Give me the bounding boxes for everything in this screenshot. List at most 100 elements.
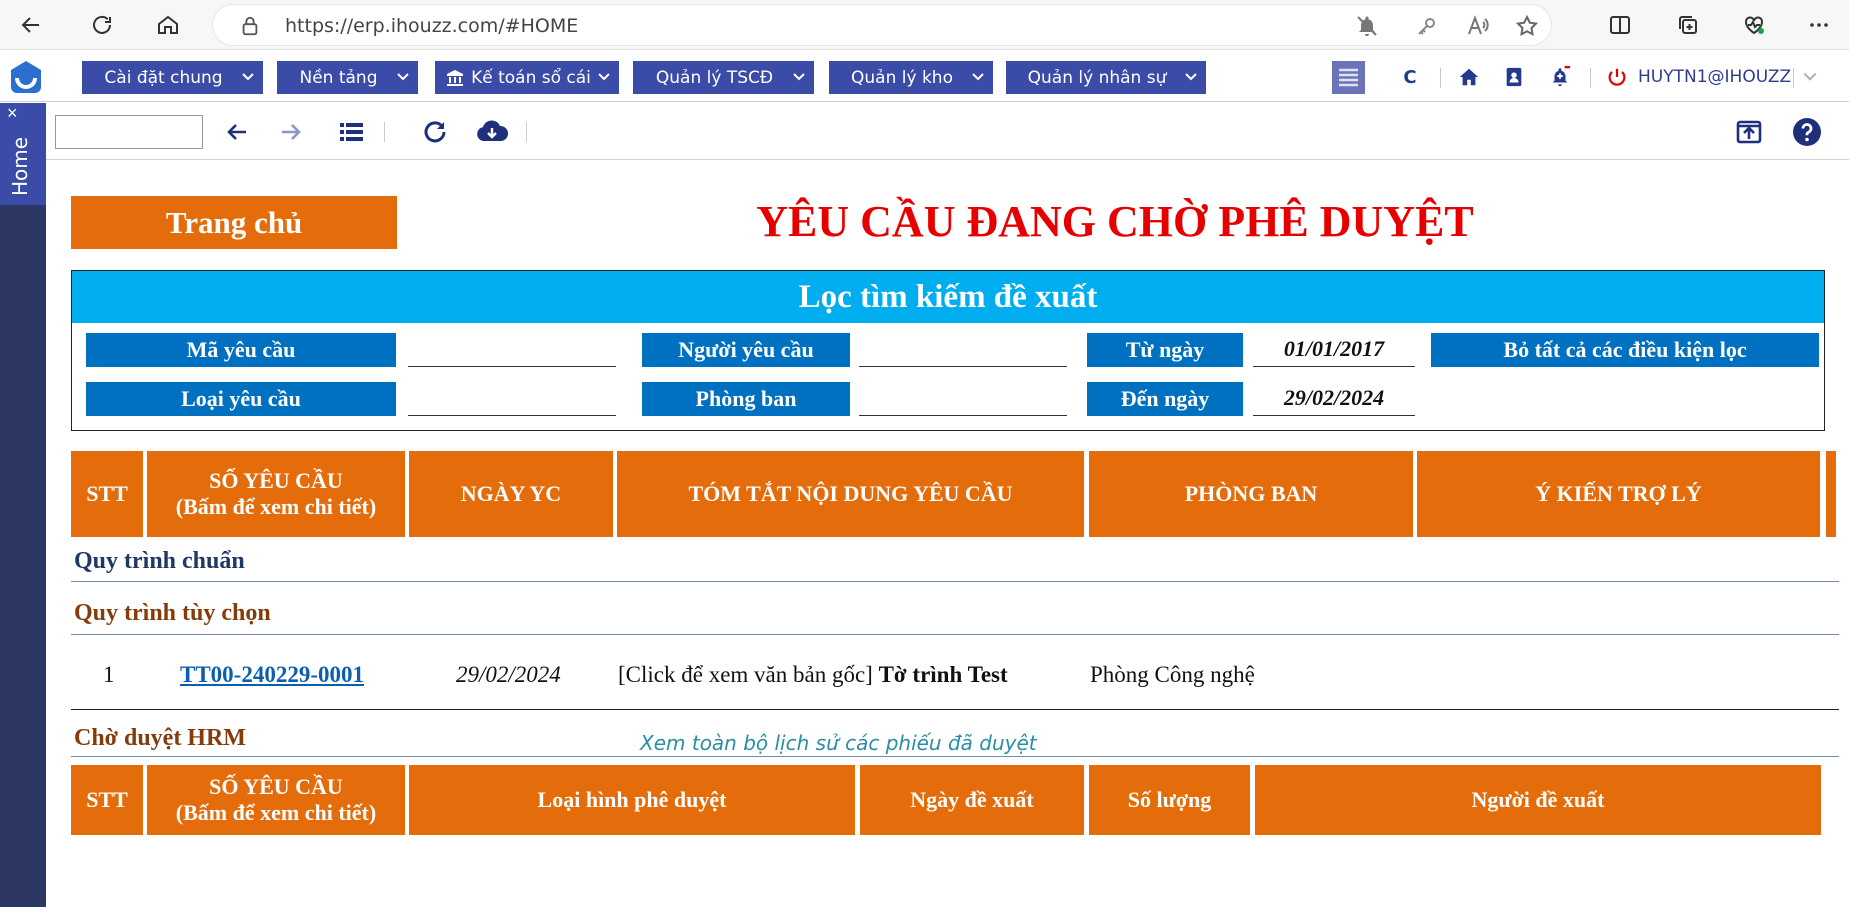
chevron-down-icon — [1185, 73, 1197, 81]
section-cho-duyet-hrm: Chờ duyệt HRM — [74, 725, 246, 751]
label-tu-ngay: Từ ngày — [1087, 333, 1243, 367]
lock-icon — [239, 15, 261, 37]
section-rule — [71, 581, 1839, 582]
c-button[interactable]: C — [1396, 63, 1424, 91]
side-tab-label[interactable]: Home — [8, 137, 32, 196]
nguoi-yeu-cau-input[interactable] — [859, 333, 1067, 367]
page-toolbar — [46, 103, 1849, 160]
col2-header-loai-hinh: Loại hình phê duyệt — [409, 765, 855, 835]
menu-label: Nền tảng — [299, 67, 378, 88]
tu-ngay-input[interactable]: 01/01/2017 — [1253, 333, 1415, 367]
menu-label: Quản lý TSCĐ — [655, 67, 774, 88]
close-tab-icon[interactable]: × — [7, 104, 18, 122]
col2-header-ngay-de-xuat: Ngày đề xuất — [860, 765, 1084, 835]
home-icon[interactable] — [152, 9, 184, 41]
label-den-ngay: Đến ngày — [1087, 382, 1243, 416]
row-rule — [71, 709, 1839, 710]
reload-icon[interactable] — [86, 9, 118, 41]
chevron-down-icon — [397, 73, 409, 81]
section-quy-trinh-chuan: Quy trình chuẩn — [74, 548, 245, 574]
address-bar[interactable]: https://erp.ihouzz.com/#HOME — [212, 4, 1552, 46]
chevron-down-icon — [972, 73, 984, 81]
menu-nen-tang[interactable]: Nền tảng — [277, 61, 418, 94]
power-icon[interactable] — [1603, 63, 1631, 91]
contact-book-icon[interactable] — [1500, 63, 1528, 91]
col-header-so-yeu-cau: SỐ YÊU CẦU (Bấm để xem chi tiết) — [147, 451, 405, 537]
section-quy-trinh-tuy-chon: Quy trình tùy chọn — [74, 600, 271, 626]
bank-icon — [447, 69, 464, 86]
collections-icon[interactable] — [1672, 9, 1704, 41]
col2-header-so-luong: Số lượng — [1089, 765, 1250, 835]
url-text[interactable]: https://erp.ihouzz.com/#HOME — [285, 5, 578, 47]
row-summary-prefix[interactable]: [Click để xem văn bản gốc] — [618, 662, 873, 687]
user-account[interactable]: HUYTN1@IHOUZZ — [1638, 63, 1791, 91]
toolbar-search-input[interactable] — [55, 115, 203, 149]
loai-yeu-cau-input[interactable] — [408, 382, 616, 416]
side-tab-strip — [0, 103, 46, 907]
col-header-phong-ban: PHÒNG BAN — [1089, 451, 1413, 537]
chevron-down-icon — [242, 73, 254, 81]
key-icon[interactable] — [1415, 14, 1439, 38]
back-arrow-icon[interactable] — [15, 9, 47, 41]
menu-label: Quản lý nhân sự — [1027, 67, 1167, 88]
muted-bell-icon[interactable] — [1355, 14, 1379, 38]
row-summary[interactable]: [Click để xem văn bản gốc] Tờ trình Test — [618, 660, 1008, 690]
open-external-icon[interactable] — [1732, 115, 1766, 149]
col2-header-stt: STT — [71, 765, 143, 835]
divider — [1590, 68, 1591, 88]
table-scroll-stripe — [1826, 451, 1836, 537]
filter-heading: Lọc tìm kiếm đề xuất — [72, 271, 1824, 323]
app-logo-icon[interactable] — [7, 58, 45, 96]
browser-essentials-icon[interactable] — [1738, 9, 1770, 41]
app-menu-bar: Cài đặt chung Nền tảng Kế toán sổ cái Qu… — [0, 50, 1849, 102]
more-options-icon[interactable] — [1803, 9, 1835, 41]
menu-list-icon[interactable] — [1332, 61, 1365, 94]
section-rule — [71, 634, 1839, 635]
user-chevron-down-icon[interactable] — [1798, 63, 1822, 91]
filter-panel: Lọc tìm kiếm đề xuất Mã yêu cầu Người yê… — [71, 270, 1825, 431]
read-aloud-icon[interactable] — [1466, 14, 1490, 38]
col-header-tom-tat: TÓM TẮT NỘI DUNG YÊU CẦU — [617, 451, 1084, 537]
row-department: Phòng Công nghệ — [1090, 662, 1255, 687]
divider — [384, 122, 385, 142]
home-button[interactable]: Trang chủ — [71, 196, 397, 249]
cloud-download-icon[interactable] — [472, 115, 512, 149]
col2-header-so-yeu-cau: SỐ YÊU CẦU (Bấm để xem chi tiết) — [147, 765, 405, 835]
divider — [526, 122, 527, 142]
col-header-line: (Bấm để xem chi tiết) — [175, 494, 377, 519]
label-phong-ban: Phòng ban — [642, 382, 850, 416]
help-icon[interactable] — [1790, 115, 1824, 149]
menu-label: Cài đặt chung — [104, 67, 223, 88]
clear-filters-button[interactable]: Bỏ tất cả các điều kiện lọc — [1431, 333, 1819, 367]
chevron-down-icon — [793, 73, 805, 81]
col2-header-nguoi-de-xuat: Người đề xuất — [1255, 765, 1821, 835]
menu-label: Quản lý kho — [851, 67, 953, 88]
row-date: 29/02/2024 — [456, 662, 561, 687]
page-title: YÊU CẦU ĐANG CHỜ PHÊ DUYỆT — [756, 197, 1474, 246]
menu-quan-ly-kho[interactable]: Quản lý kho — [829, 61, 993, 94]
history-link[interactable]: Xem toàn bộ lịch sử các phiếu đã duyệt — [640, 729, 1037, 757]
menu-ke-toan-so-cai[interactable]: Kế toán sổ cái — [435, 61, 619, 94]
label-loai-yeu-cau: Loại yêu cầu — [86, 382, 396, 416]
notification-bell-icon[interactable] — [1546, 63, 1574, 91]
menu-quan-ly-nhan-su[interactable]: Quản lý nhân sự — [1006, 61, 1206, 94]
menu-quan-ly-tscd[interactable]: Quản lý TSCĐ — [633, 61, 814, 94]
phong-ban-input[interactable] — [859, 382, 1067, 416]
row-stt: 1 — [103, 662, 115, 687]
row-summary-title: Tờ trình Test — [878, 662, 1008, 687]
menu-cai-dat-chung[interactable]: Cài đặt chung — [82, 61, 263, 94]
den-ngay-input[interactable]: 29/02/2024 — [1253, 382, 1415, 416]
divider — [1793, 68, 1794, 88]
nav-forward-icon[interactable] — [274, 115, 308, 149]
col-header-y-kien: Ý KIẾN TRỢ LÝ — [1417, 451, 1820, 537]
split-screen-icon[interactable] — [1604, 9, 1636, 41]
home-shortcut-icon[interactable] — [1455, 63, 1483, 91]
row-request-link[interactable]: TT00-240229-0001 — [180, 660, 364, 690]
col-header-stt: STT — [71, 451, 143, 537]
list-view-icon[interactable] — [334, 115, 368, 149]
refresh-icon[interactable] — [418, 115, 452, 149]
chevron-down-icon — [598, 73, 610, 81]
ma-yeu-cau-input[interactable] — [408, 333, 616, 367]
nav-back-icon[interactable] — [220, 115, 254, 149]
favorite-star-icon[interactable] — [1515, 14, 1539, 38]
